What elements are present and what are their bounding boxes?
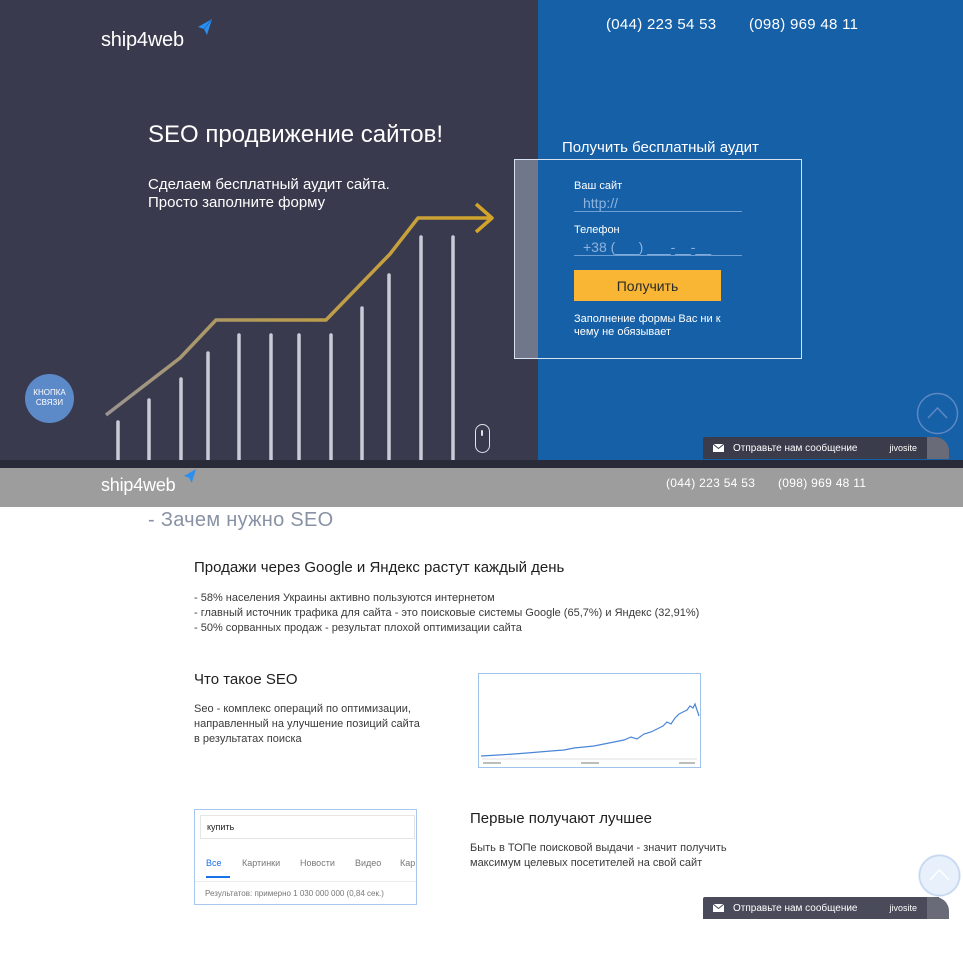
sticky-logo-text: ship4web: [101, 475, 176, 495]
form-note: Заполнение формы Вас ни к чему не обязыв…: [574, 313, 721, 338]
chevron-up-icon: [916, 392, 959, 435]
first-get-best-heading: Первые получают лучшее: [470, 810, 653, 827]
growth-chart-illustration: [104, 202, 494, 465]
sales-heading: Продажи через Google и Яндекс растут каж…: [194, 559, 565, 576]
paper-plane-icon: [184, 469, 196, 483]
chat-widget-label: Отправьте нам сообщение: [733, 442, 858, 454]
what-seo-text: Seo - комплекс операций по оптимизации, …: [194, 702, 464, 747]
submit-button[interactable]: Получить: [574, 270, 721, 301]
search-tabs: Все Картинки Новости Видео Кар: [195, 852, 416, 882]
search-results-image: купить Все Картинки Новости Видео Кар Ре…: [194, 809, 417, 905]
chat-widget-brand: jivosite: [889, 443, 917, 453]
phone-field-label: Телефон: [574, 224, 620, 236]
phone-input[interactable]: [574, 238, 742, 256]
sticky-logo[interactable]: ship4web: [101, 469, 196, 496]
first-get-best-line-1: Быть в ТОПе поисковой выдачи - значит по…: [470, 842, 727, 854]
what-seo-heading: Что такое SEO: [194, 671, 298, 688]
chat-widget[interactable]: Отправьте нам сообщение jivosite: [703, 437, 949, 459]
what-seo-line-1: Seo - комплекс операций по оптимизации,: [194, 703, 411, 715]
search-tab-all: Все: [206, 858, 230, 878]
logo[interactable]: ship4web: [101, 19, 212, 52]
header-phone-2[interactable]: (098) 969 48 11: [749, 16, 858, 33]
sticky-header-shadow: [0, 460, 963, 468]
paper-plane-icon: [198, 19, 212, 35]
first-get-best-line-2: максимум целевых посетителей на свой сай…: [470, 857, 703, 869]
chat-widget[interactable]: Отправьте нам сообщение jivosite: [703, 897, 949, 919]
search-tab-more: Кар: [400, 858, 416, 868]
trend-line-graph: [480, 702, 700, 764]
envelope-icon: [713, 444, 724, 452]
chat-widget-label: Отправьте нам сообщение: [733, 902, 858, 914]
site-field-label: Ваш сайт: [574, 180, 623, 192]
scroll-mouse-icon[interactable]: [475, 424, 490, 453]
search-tab-images: Картинки: [242, 858, 281, 868]
hero-title: SEO продвижение сайтов!: [148, 121, 443, 148]
envelope-icon: [713, 904, 724, 912]
sales-point: - 50% сорванных продаж - результат плохо…: [194, 622, 522, 634]
form-title: Получить бесплатный аудит: [562, 139, 759, 156]
sales-point: - 58% населения Украины активно пользуют…: [194, 592, 495, 604]
sticky-phone-2[interactable]: (098) 969 48 11: [778, 476, 866, 490]
chevron-up-icon: [918, 854, 961, 897]
logo-text: ship4web: [101, 29, 184, 51]
callback-button[interactable]: КНОПКА СВЯЗИ: [25, 374, 74, 423]
first-get-best-text: Быть в ТОПе поисковой выдачи - значит по…: [470, 841, 770, 871]
chat-widget-brand: jivosite: [889, 903, 917, 913]
search-tab-video: Видео: [355, 858, 382, 868]
sticky-phone-1[interactable]: (044) 223 54 53: [666, 476, 755, 490]
sales-point: - главный источник трафика для сайта - э…: [194, 607, 700, 619]
search-trend-image: [478, 673, 701, 768]
header-phone-1[interactable]: (044) 223 54 53: [606, 16, 716, 33]
search-tab-news: Новости: [300, 858, 335, 868]
scroll-up-button[interactable]: [916, 392, 959, 435]
section-title: - Зачем нужно SEO: [148, 509, 334, 531]
chart-bars: [116, 235, 455, 465]
scroll-up-button[interactable]: [918, 854, 961, 897]
search-results-count: Результатов: примерно 1 030 000 000 (0,8…: [205, 889, 384, 898]
chat-widget-tab: [927, 897, 949, 919]
sales-points: - 58% населения Украины активно пользуют…: [194, 591, 794, 636]
site-input[interactable]: [574, 194, 742, 212]
what-seo-line-2: направленный на улучшение позиций сайта: [194, 718, 420, 730]
search-query-box: купить: [200, 815, 415, 839]
what-seo-line-3: в результатах поиска: [194, 733, 302, 745]
